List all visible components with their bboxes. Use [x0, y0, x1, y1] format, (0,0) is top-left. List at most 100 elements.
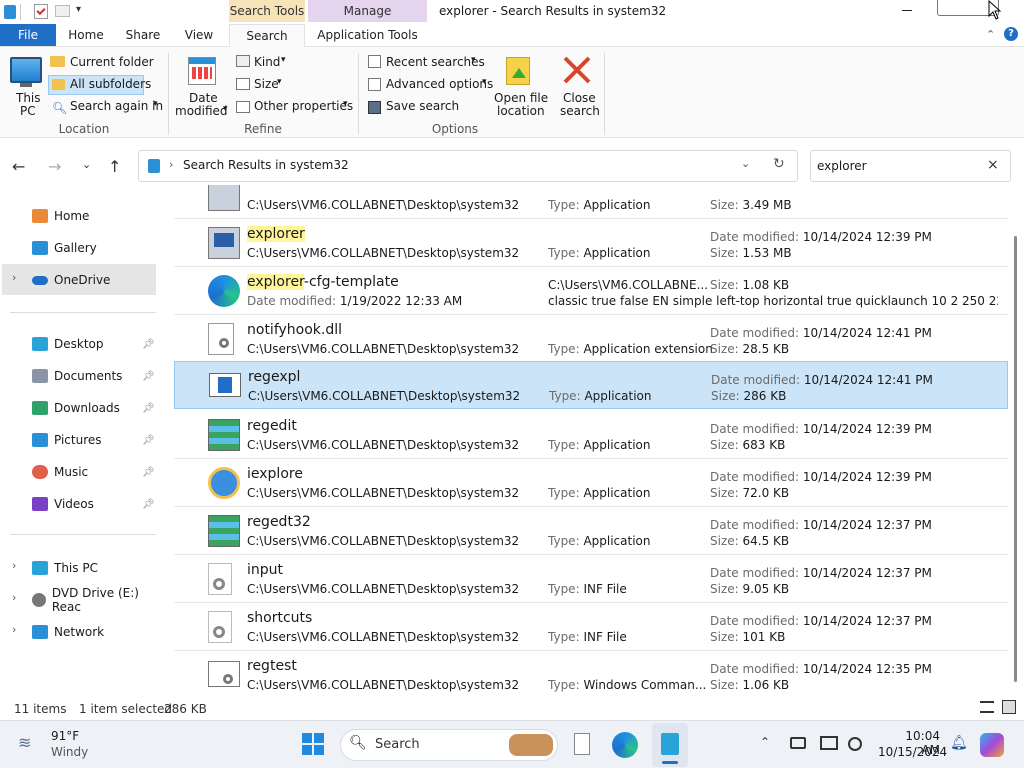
this-pc-label-2[interactable]: PC [20, 104, 36, 118]
search-input[interactable]: explorer [817, 159, 867, 173]
new-folder-icon[interactable] [55, 5, 70, 17]
weather-temp[interactable]: 91°F [51, 729, 79, 743]
edge-taskbar-icon[interactable] [612, 732, 638, 758]
size-label: Size: [710, 582, 739, 596]
list-item[interactable]: regtest C:\Users\VM6.COLLABNET\Desktop\s… [174, 651, 1008, 695]
pin-icon[interactable]: 📌︎ [142, 499, 155, 510]
display-icon[interactable] [820, 736, 838, 750]
recent-searches-button[interactable]: Recent searches [386, 55, 485, 69]
sidebar-item-network[interactable]: Network [14, 620, 156, 644]
date-modified-label-2[interactable]: modified [175, 104, 228, 118]
list-item[interactable]: notifyhook.dll C:\Users\VM6.COLLABNET\De… [174, 315, 1008, 363]
back-arrow-icon[interactable]: ← [12, 157, 25, 176]
minimize-icon[interactable] [902, 10, 912, 11]
size-label: Size: [710, 534, 739, 548]
search-box[interactable]: explorer × [810, 150, 1011, 182]
open-file-location-label-1[interactable]: Open file [494, 91, 548, 105]
refresh-icon[interactable]: ↻ [773, 156, 785, 172]
sidebar-item-desktop[interactable]: Desktop 📌︎ [14, 332, 156, 356]
list-item[interactable]: regedt32 C:\Users\VM6.COLLABNET\Desktop\… [174, 507, 1008, 555]
properties-icon[interactable] [34, 4, 48, 19]
close-search-label-2[interactable]: search [560, 104, 600, 118]
network-icon[interactable] [790, 737, 806, 749]
close-search-label-1[interactable]: Close [563, 91, 596, 105]
clear-search-icon[interactable]: × [987, 157, 999, 173]
file-date: 10/14/2024 12:39 PM [802, 422, 932, 436]
sidebar-item-downloads[interactable]: Downloads 📌︎ [14, 396, 156, 420]
pin-icon[interactable]: 📌︎ [142, 435, 155, 446]
list-item[interactable]: input C:\Users\VM6.COLLABNET\Desktop\sys… [174, 555, 1008, 603]
sidebar-item-pictures[interactable]: Pictures 📌︎ [14, 428, 156, 452]
tab-search[interactable]: Search [229, 24, 305, 47]
list-item-selected[interactable]: regexpl C:\Users\VM6.COLLABNET\Desktop\s… [174, 361, 1008, 409]
sidebar-item-onedrive[interactable]: OneDrive [14, 268, 156, 292]
tab-application-tools[interactable]: Application Tools [308, 24, 427, 46]
sidebar-item-documents[interactable]: Documents 📌︎ [14, 364, 156, 388]
date-modified-label-1[interactable]: Date [189, 91, 218, 105]
type-label: Type: [548, 486, 580, 500]
tab-share[interactable]: Share [120, 24, 166, 46]
large-icons-view-icon[interactable] [1002, 700, 1016, 714]
help-icon[interactable]: ? [1004, 27, 1018, 41]
pin-icon[interactable]: 📌︎ [142, 403, 155, 414]
type-label: Type: [548, 246, 580, 260]
kind-button[interactable]: Kind [254, 55, 280, 69]
windows-start-icon[interactable] [302, 733, 324, 755]
search-again-button[interactable]: Search again in [70, 99, 163, 113]
list-item[interactable]: shortcuts C:\Users\VM6.COLLABNET\Desktop… [174, 603, 1008, 651]
breadcrumb-chevron-icon: › [169, 158, 174, 171]
save-search-button[interactable]: Save search [386, 99, 459, 113]
list-item[interactable]: iexplore C:\Users\VM6.COLLABNET\Desktop\… [174, 459, 1008, 507]
list-item[interactable]: explorer-cfg-template Date modified: 1/1… [174, 267, 1008, 315]
breadcrumb[interactable]: Search Results in system32 [183, 158, 349, 172]
tab-view[interactable]: View [176, 24, 222, 46]
address-bar[interactable]: › Search Results in system32 ⌄ ↻ [138, 150, 798, 182]
volume-muted-icon[interactable] [848, 737, 862, 751]
sidebar-item-dvd-drive[interactable]: DVD Drive (E:) Reac [14, 586, 156, 614]
calendar-icon [188, 57, 216, 85]
collapse-ribbon-icon[interactable]: ⌃ [986, 28, 995, 41]
explorer-taskbar-button[interactable] [652, 723, 688, 767]
list-item[interactable]: regedit C:\Users\VM6.COLLABNET\Desktop\s… [174, 411, 1008, 459]
taskbar-search[interactable]: 🔍︎ Search [340, 729, 558, 761]
sidebar-item-this-pc[interactable]: This PC [14, 556, 156, 580]
file-type: Application extension [583, 342, 713, 356]
home-icon [32, 209, 48, 223]
advanced-options-button[interactable]: Advanced options [386, 77, 493, 91]
vertical-scrollbar[interactable] [1014, 236, 1017, 682]
forward-arrow-icon[interactable]: → [48, 157, 61, 176]
other-properties-button[interactable]: Other properties [254, 99, 353, 113]
list-item[interactable]: explorer C:\Users\VM6.COLLABNET\Desktop\… [174, 219, 1008, 267]
address-dropdown-icon[interactable]: ⌄ [741, 157, 750, 170]
list-item[interactable]: C:\Users\VM6.COLLABNET\Desktop\system32 … [174, 185, 1008, 219]
windy-weather-icon[interactable]: ≋ [18, 733, 31, 752]
show-hidden-icons-icon[interactable]: ⌃ [760, 735, 770, 749]
notification-bell-icon[interactable]: 🔔︎ [950, 735, 968, 751]
up-arrow-icon[interactable]: ↑ [108, 157, 121, 176]
kind-icon [236, 55, 250, 67]
type-label: Type: [548, 534, 580, 548]
details-view-icon[interactable] [980, 701, 994, 713]
sidebar-item-gallery[interactable]: Gallery [14, 236, 156, 260]
this-pc-label-1[interactable]: This [16, 91, 41, 105]
clock-date[interactable]: 10/15/2024 [878, 745, 947, 759]
size-button[interactable]: Size [254, 77, 279, 91]
sidebar-divider [10, 534, 156, 535]
open-file-location-label-2[interactable]: location [497, 104, 545, 118]
pin-icon[interactable]: 📌︎ [142, 467, 155, 478]
tab-file[interactable]: File [0, 24, 56, 46]
weather-condition[interactable]: Windy [51, 745, 88, 759]
sidebar-item-music[interactable]: Music 📌︎ [14, 460, 156, 484]
sidebar-item-home[interactable]: Home [14, 204, 156, 228]
pin-icon[interactable]: 📌︎ [142, 371, 155, 382]
tab-home[interactable]: Home [64, 24, 108, 46]
copilot-icon[interactable] [980, 733, 1004, 757]
current-folder-button[interactable]: Current folder [70, 55, 154, 69]
search-tools-header: Search Tools [229, 0, 305, 22]
notepad-app-icon[interactable] [574, 733, 590, 755]
sidebar-item-videos[interactable]: Videos 📌︎ [14, 492, 156, 516]
open-file-location-icon [506, 57, 530, 85]
qat-dropdown-icon[interactable]: ▾ [76, 4, 81, 15]
pin-icon[interactable]: 📌︎ [142, 339, 155, 350]
recent-locations-icon[interactable]: ⌄ [82, 158, 91, 171]
